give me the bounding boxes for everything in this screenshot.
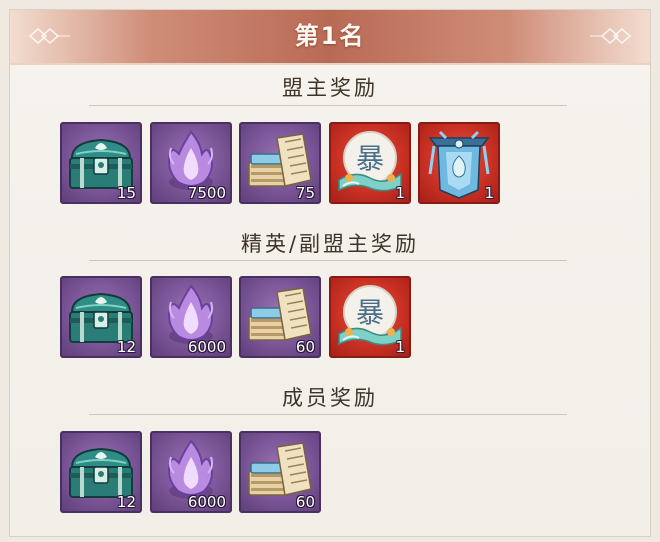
item-quantity: 6000 [187,338,226,356]
reward-item[interactable]: 12 [60,276,142,358]
reward-item[interactable]: 75 [239,122,321,204]
reward-item[interactable]: 1 [418,122,500,204]
item-quantity: 1 [395,338,405,356]
reward-item[interactable]: 7500 [150,122,232,204]
diamond-ornament-right-icon [590,28,632,44]
item-quantity: 15 [116,184,136,202]
item-quantity: 60 [295,338,315,356]
item-quantity: 12 [116,493,136,511]
reward-item[interactable]: 60 [239,276,321,358]
reward-item[interactable]: 6000 [150,276,232,358]
item-quantity: 60 [295,493,315,511]
rank-title: 第1名 [294,22,366,50]
section-title: 成员奖励 [282,386,378,410]
orb-glyph: 暴 [356,142,384,175]
section-divider [89,105,567,106]
section-divider [89,260,567,261]
item-quantity: 12 [116,338,136,356]
item-quantity: 1 [484,184,494,202]
rank-banner: 第1名 [10,10,650,65]
item-quantity: 75 [295,184,315,202]
section-title: 盟主奖励 [282,76,378,100]
reward-item[interactable]: 暴 1 [329,122,411,204]
reward-item[interactable]: 12 [60,431,142,513]
reward-item[interactable]: 6000 [150,431,232,513]
item-quantity: 7500 [187,184,226,202]
reward-item[interactable]: 60 [239,431,321,513]
section-title: 精英/副盟主奖励 [240,232,420,256]
orb-glyph: 暴 [356,296,384,329]
item-quantity: 1 [395,184,405,202]
section-divider [89,414,567,415]
item-quantity: 6000 [187,493,226,511]
reward-item[interactable]: 15 [60,122,142,204]
reward-item[interactable]: 暴 1 [329,276,411,358]
